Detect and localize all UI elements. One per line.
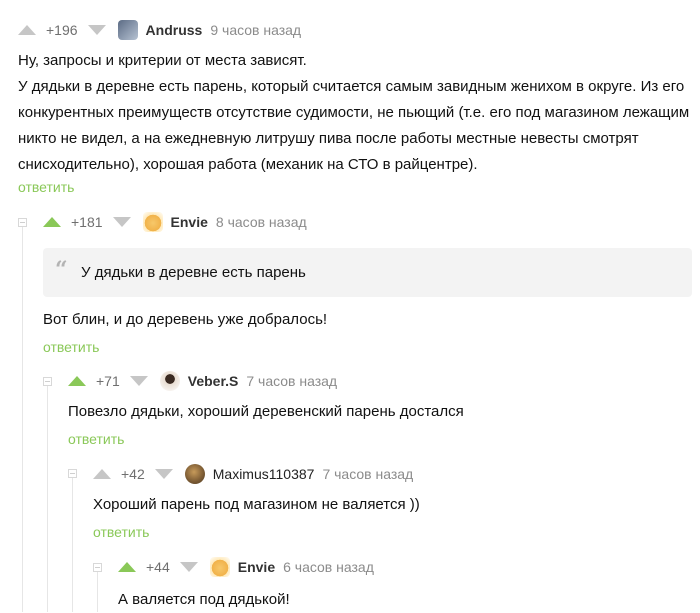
collapse-toggle[interactable] — [18, 218, 27, 227]
author-name[interactable]: Veber.S — [188, 373, 239, 389]
comment-text: Хороший парень под магазином не валяется… — [93, 496, 420, 513]
quote-text: У дядьки в деревне есть парень — [81, 264, 306, 281]
downvote-icon[interactable] — [87, 25, 106, 35]
comment-time[interactable]: 9 часов назад — [210, 22, 301, 38]
quote-icon: “ — [55, 257, 68, 283]
comment-text-line: снисходительно), хорошая работа (механик… — [18, 156, 478, 173]
comment-score: +196 — [46, 22, 78, 38]
collapse-toggle[interactable] — [93, 563, 102, 572]
author-name[interactable]: Andruss — [146, 22, 203, 38]
comment-header: +196 Andruss 9 часов назад — [18, 20, 301, 40]
author-name[interactable]: Maximus110387 — [213, 466, 315, 482]
upvote-icon[interactable] — [68, 376, 86, 386]
thread-line — [22, 226, 23, 612]
comment-text: Вот блин, и до деревень уже добралось! — [43, 311, 328, 328]
thread-line — [47, 386, 48, 612]
reply-link[interactable]: ответить — [43, 339, 99, 355]
avatar[interactable] — [184, 464, 205, 484]
reply-link[interactable]: ответить — [18, 179, 74, 195]
comment-body: Ну, запросы и критерии от места зависят.… — [18, 48, 693, 178]
downvote-icon[interactable] — [129, 376, 148, 386]
avatar[interactable] — [159, 371, 180, 391]
avatar[interactable] — [117, 20, 138, 40]
author-name[interactable]: Envie — [238, 559, 275, 575]
comment-score: +42 — [121, 466, 145, 482]
upvote-icon[interactable] — [93, 469, 111, 479]
comment-score: +44 — [146, 559, 170, 575]
avatar[interactable] — [209, 557, 230, 577]
comment-time[interactable]: 7 часов назад — [246, 373, 337, 389]
comment-score: +181 — [71, 214, 103, 230]
comment-text-line: У дядьки в деревне есть парень, который … — [18, 78, 685, 95]
comment-score: +71 — [96, 373, 120, 389]
comment-time[interactable]: 6 часов назад — [283, 559, 374, 575]
reply-link[interactable]: ответить — [93, 524, 149, 540]
comment-text-line: Ну, запросы и критерии от места зависят. — [18, 52, 307, 69]
comment-text-line: никто не видел, а на ежедневную литрушу … — [18, 130, 639, 147]
downvote-icon[interactable] — [112, 217, 131, 227]
comment-text-line: конкурентных преимуществ отсутствие суди… — [18, 104, 690, 121]
comment-time[interactable]: 8 часов назад — [216, 214, 307, 230]
upvote-icon[interactable] — [43, 217, 61, 227]
comment-header: +44 Envie 6 часов назад — [118, 557, 374, 577]
reply-link[interactable]: ответить — [68, 431, 124, 447]
comment-time[interactable]: 7 часов назад — [322, 466, 413, 482]
avatar[interactable] — [142, 212, 163, 232]
comment-text: А валяется под дядькой! — [118, 591, 290, 608]
thread-line — [97, 572, 98, 612]
comment-text: Повезло дядьки, хороший деревенский паре… — [68, 403, 464, 420]
downvote-icon[interactable] — [179, 562, 198, 572]
collapse-toggle[interactable] — [68, 469, 77, 478]
thread-line — [72, 478, 73, 612]
upvote-icon[interactable] — [118, 562, 136, 572]
quote-block: “ У дядьки в деревне есть парень — [43, 248, 692, 297]
author-name[interactable]: Envie — [171, 214, 208, 230]
downvote-icon[interactable] — [154, 469, 173, 479]
upvote-icon[interactable] — [18, 25, 36, 35]
collapse-toggle[interactable] — [43, 377, 52, 386]
comment-header: +181 Envie 8 часов назад — [43, 212, 307, 232]
comment-header: +71 Veber.S 7 часов назад — [68, 371, 337, 391]
comment-header: +42 Maximus110387 7 часов назад — [93, 464, 413, 484]
